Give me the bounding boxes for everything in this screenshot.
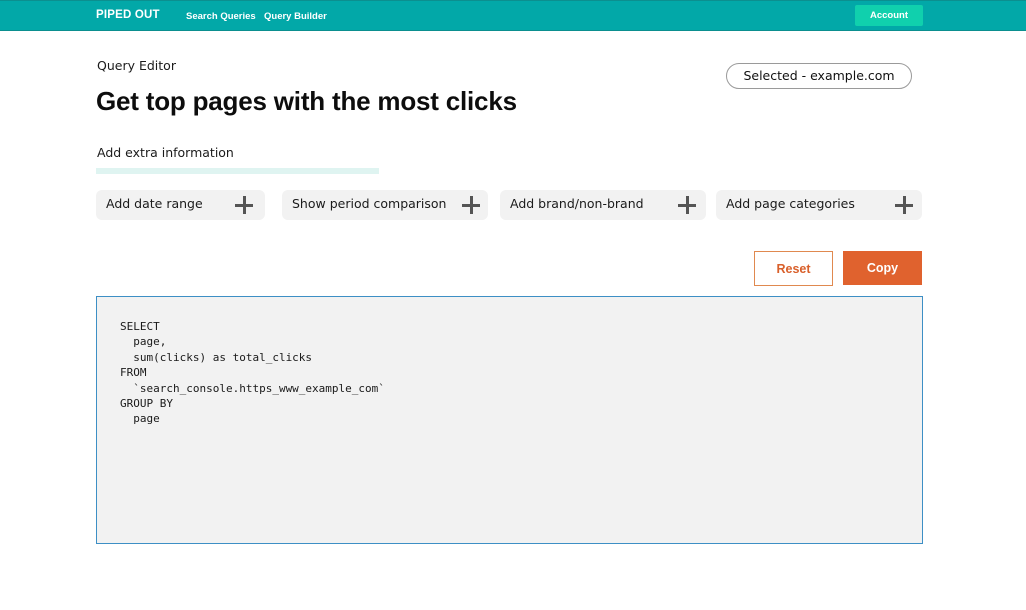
- extra-information-label: Add extra information: [97, 145, 234, 160]
- plus-icon[interactable]: [462, 196, 480, 214]
- sql-query-text[interactable]: SELECT page, sum(clicks) as total_clicks…: [120, 319, 385, 427]
- add-date-range-button[interactable]: Add date range: [96, 190, 265, 220]
- plus-icon[interactable]: [895, 196, 913, 214]
- option-label: Show period comparison: [292, 196, 447, 211]
- reset-button[interactable]: Reset: [754, 251, 833, 286]
- top-navigation-bar: PIPED OUT Search Queries Query Builder A…: [0, 0, 1026, 31]
- section-underline: [96, 168, 379, 174]
- option-label: Add date range: [106, 196, 203, 211]
- nav-search-queries[interactable]: Search Queries: [186, 11, 256, 22]
- add-brand-nonbrand-button[interactable]: Add brand/non-brand: [500, 190, 706, 220]
- account-button[interactable]: Account: [855, 5, 923, 26]
- show-period-comparison-button[interactable]: Show period comparison: [282, 190, 488, 220]
- option-label: Add page categories: [726, 196, 855, 211]
- option-label: Add brand/non-brand: [510, 196, 644, 211]
- copy-button[interactable]: Copy: [843, 251, 922, 285]
- selected-site-button[interactable]: Selected - example.com: [726, 63, 912, 89]
- plus-icon[interactable]: [678, 196, 696, 214]
- brand-logo[interactable]: PIPED OUT: [96, 9, 160, 21]
- sql-code-editor[interactable]: SELECT page, sum(clicks) as total_clicks…: [96, 296, 923, 544]
- add-page-categories-button[interactable]: Add page categories: [716, 190, 922, 220]
- nav-query-builder[interactable]: Query Builder: [264, 11, 327, 22]
- editor-eyebrow: Query Editor: [97, 58, 176, 73]
- page-title: Get top pages with the most clicks: [96, 86, 517, 116]
- plus-icon[interactable]: [235, 196, 253, 214]
